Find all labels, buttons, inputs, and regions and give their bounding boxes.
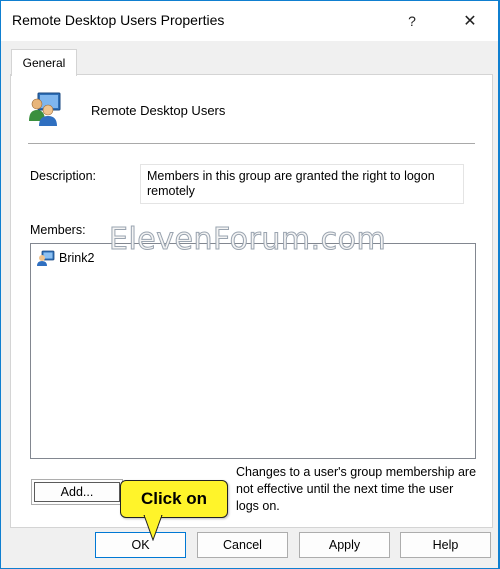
title-bar[interactable]: Remote Desktop Users Properties ? ✕	[1, 1, 498, 41]
add-button[interactable]: Add...	[31, 479, 123, 505]
ok-button[interactable]: OK	[95, 532, 186, 558]
click-on-callout: Click on	[120, 480, 228, 518]
help-button[interactable]: Help	[400, 532, 491, 558]
members-list[interactable]: Brink2	[30, 243, 476, 459]
user-account-icon	[37, 250, 55, 266]
group-name: Remote Desktop Users	[91, 103, 226, 118]
description-field[interactable]: Members in this group are granted the ri…	[140, 164, 464, 204]
help-icon[interactable]: ?	[399, 8, 425, 34]
window-title: Remote Desktop Users Properties	[12, 12, 225, 28]
tab-general[interactable]: General	[11, 49, 77, 76]
callout-pointer	[143, 515, 163, 541]
general-tab-panel: Remote Desktop Users Description: Member…	[10, 74, 493, 528]
description-label: Description:	[30, 169, 96, 183]
apply-button[interactable]: Apply	[299, 532, 390, 558]
member-name: Brink2	[59, 251, 95, 265]
members-label: Members:	[30, 223, 86, 237]
membership-note: Changes to a user's group membership are…	[236, 465, 477, 513]
properties-dialog: Remote Desktop Users Properties ? ✕ Gene…	[1, 1, 498, 568]
user-group-icon	[29, 92, 61, 126]
close-icon[interactable]: ✕	[457, 8, 483, 34]
cancel-button[interactable]: Cancel	[197, 532, 288, 558]
list-item[interactable]: Brink2	[37, 250, 94, 266]
divider	[28, 143, 475, 144]
